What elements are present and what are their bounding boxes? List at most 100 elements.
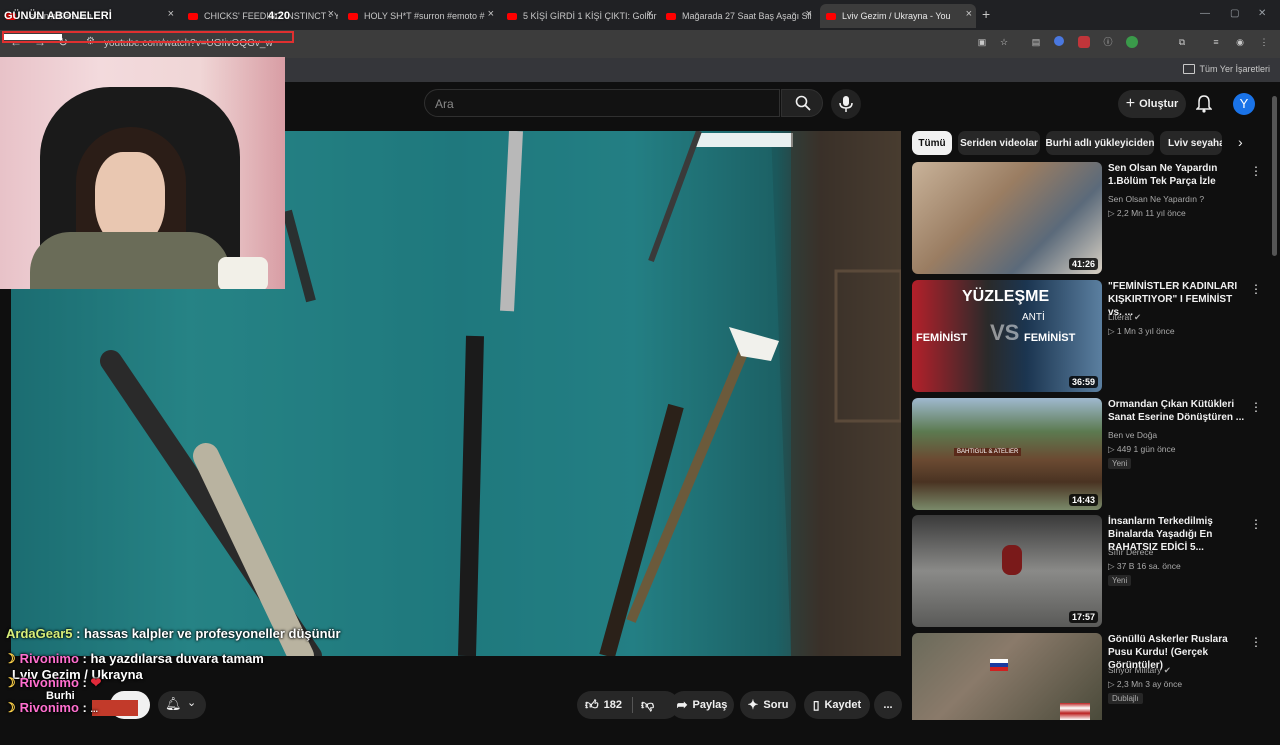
russia-flag-icon xyxy=(990,659,1008,671)
browser-tab-active[interactable]: Lviv Gezim / Ukrayna - You × xyxy=(820,4,976,28)
duration-badge: 36:59 xyxy=(1068,376,1098,388)
share-button[interactable]: ➦ Paylaş xyxy=(670,691,734,719)
related-video[interactable]: Gönüllü Askerler Ruslara Pusu Kurdu! (Ge… xyxy=(912,633,1277,745)
close-tab-icon[interactable]: × xyxy=(488,8,494,20)
chip-lviv[interactable]: Lviv seyahati xyxy=(1160,131,1222,155)
video-thumbnail[interactable] xyxy=(912,633,1102,720)
related-channel[interactable]: Sıfır Derece xyxy=(1108,547,1153,557)
streamer-torso xyxy=(30,232,230,289)
video-thumbnail[interactable]: 17:57 xyxy=(912,515,1102,627)
verified-icon: ✔ xyxy=(1163,665,1171,675)
thumb-caption: YÜZLEŞME xyxy=(962,288,1050,305)
thumb-caption: FEMİNİST xyxy=(1024,332,1076,344)
extension-icon[interactable] xyxy=(1054,36,1064,46)
profile-icon[interactable]: ◉ xyxy=(1234,36,1246,48)
play-icon: ▷ xyxy=(1108,561,1117,571)
media-icon[interactable]: ≡ xyxy=(1210,36,1222,48)
video-thumbnail[interactable]: YÜZLEŞME ANTİ FEMİNİST VS FEMİNİST 36:59 xyxy=(912,280,1102,392)
browser-tab[interactable]: HOLY SH*T #surron #emoto # × xyxy=(348,4,498,28)
more-icon[interactable]: ⋮ xyxy=(1250,282,1262,296)
more-icon: ... xyxy=(883,699,893,711)
browser-tab-strip: ...ete'nin Karavan ' × CHICKS' FEEDING I… xyxy=(0,0,1280,30)
chat-message: ArdaGear5 : hassas kalpler ve profesyone… xyxy=(6,626,341,641)
chat-separator: : xyxy=(78,700,91,715)
related-title[interactable]: Ormandan Çıkan Kütükleri Sanat Eserine D… xyxy=(1108,398,1248,424)
more-icon[interactable]: ⋮ xyxy=(1250,517,1262,531)
related-meta-text: 449 1 gün önce xyxy=(1116,444,1176,454)
browser-tab[interactable]: Mağarada 27 Saat Baş Aşağı Sil × xyxy=(666,4,816,28)
bookmark-star-icon[interactable]: ☆ xyxy=(998,36,1010,48)
related-meta: ▷ 449 1 gün önce xyxy=(1108,444,1176,455)
cup xyxy=(218,257,268,289)
create-button[interactable]: + Oluştur xyxy=(1118,90,1186,118)
search-button[interactable] xyxy=(781,89,823,117)
chevron-right-icon[interactable]: › xyxy=(1238,134,1243,150)
bell-icon[interactable] xyxy=(1196,95,1212,113)
minimize-icon[interactable]: — xyxy=(1200,8,1210,19)
webcam-overlay xyxy=(0,57,285,289)
extension-icon[interactable]: ⓘ xyxy=(1102,36,1114,48)
close-tab-icon[interactable]: × xyxy=(328,8,334,20)
more-icon[interactable]: ⋮ xyxy=(1250,164,1262,178)
related-channel[interactable]: Ben ve Doğa xyxy=(1108,430,1157,440)
like-count[interactable]: 182 xyxy=(604,699,622,711)
more-icon[interactable]: ⋮ xyxy=(1250,400,1262,414)
chevron-down-icon: ⌄ xyxy=(187,697,197,709)
related-video[interactable]: 41:26 Sen Olsan Ne Yapardın 1.Bölüm Tek … xyxy=(912,162,1277,274)
video-thumbnail[interactable]: BAHTIGUL & ATELIER 14:43 xyxy=(912,398,1102,510)
search-input[interactable]: Ara xyxy=(424,89,780,117)
browser-tab[interactable]: CHICKS' FEEDING INSTINCT - Y × xyxy=(188,4,338,28)
chat-separator: : xyxy=(72,626,85,641)
close-tab-icon[interactable]: × xyxy=(806,8,812,20)
related-channel[interactable]: Literat ✔ xyxy=(1108,312,1141,323)
new-tab-button[interactable]: + xyxy=(982,6,990,22)
thumbs-down-icon[interactable]: 👎︎ xyxy=(641,697,654,713)
more-actions-button[interactable]: ... xyxy=(874,691,902,719)
maximize-icon[interactable]: ▢ xyxy=(1230,8,1239,19)
voice-search-button[interactable] xyxy=(831,89,861,119)
related-video[interactable]: 17:57 İnsanların Terkedilmiş Binalarda Y… xyxy=(912,515,1277,627)
more-icon[interactable]: ⋮ xyxy=(1250,635,1262,649)
chat-text: ❤ xyxy=(90,675,102,690)
related-channel[interactable]: Sinyor Military ✔ xyxy=(1108,665,1171,676)
chat-message: ☽ Rivonimo : ❤ xyxy=(4,675,101,691)
scrollbar[interactable] xyxy=(1272,96,1277,256)
related-video[interactable]: BAHTIGUL & ATELIER 14:43 Ormandan Çıkan … xyxy=(912,398,1277,510)
ask-label: Soru xyxy=(763,699,789,711)
related-meta-text: 37 B 16 sa. önce xyxy=(1116,561,1181,571)
ask-button[interactable]: ✦ Soru xyxy=(740,691,796,719)
extension-icon[interactable]: ▤ xyxy=(1030,36,1042,48)
close-tab-icon[interactable]: × xyxy=(966,8,972,20)
close-window-icon[interactable]: ✕ xyxy=(1258,8,1266,19)
chip-all[interactable]: Tümü xyxy=(912,131,952,155)
chip-uploader[interactable]: Burhi adlı yükleyiciden xyxy=(1046,131,1154,155)
related-channel[interactable]: Sen Olsan Ne Yapardın ? xyxy=(1108,194,1204,204)
thumbs-up-icon[interactable]: 👍︎ xyxy=(585,697,599,713)
related-title[interactable]: Sen Olsan Ne Yapardın 1.Bölüm Tek Parça … xyxy=(1108,162,1248,188)
close-tab-icon[interactable]: × xyxy=(168,8,174,20)
chat-username: ArdaGear5 xyxy=(6,626,73,641)
video-thumbnail[interactable]: 41:26 xyxy=(912,162,1102,274)
related-video[interactable]: YÜZLEŞME ANTİ FEMİNİST VS FEMİNİST 36:59… xyxy=(912,280,1277,392)
extension-icon[interactable] xyxy=(1126,36,1138,48)
redaction-box xyxy=(4,34,62,40)
chip-series[interactable]: Seriden videolar xyxy=(958,131,1040,155)
close-tab-icon[interactable]: × xyxy=(647,8,653,20)
play-icon: ▷ xyxy=(1108,444,1117,454)
cast-icon[interactable]: ▣ xyxy=(976,36,988,48)
browser-tab[interactable]: 5 KİŞİ GİRDİ 1 KİŞİ ÇIKTI: Gollur × xyxy=(507,4,657,28)
extension-icon[interactable] xyxy=(1078,36,1090,48)
notification-bell-button[interactable]: 🔔︎ ⌄ xyxy=(158,691,206,719)
play-icon: ▷ xyxy=(1108,208,1117,218)
chat-separator: : xyxy=(78,675,91,690)
avatar[interactable]: Y xyxy=(1233,93,1255,115)
youtube-favicon-icon xyxy=(188,12,198,20)
extensions-puzzle-icon[interactable]: ⧉ xyxy=(1176,36,1188,48)
tab-title: Mağarada 27 Saat Baş Aşağı Sil xyxy=(682,11,812,21)
save-button[interactable]: ▯ Kaydet xyxy=(804,691,870,719)
thumb-caption: FEMİNİST xyxy=(916,332,968,344)
tab-title: HOLY SH*T #surron #emoto # xyxy=(364,11,485,21)
chat-text: hassas kalpler ve profesyoneller düşünür xyxy=(84,626,341,641)
all-bookmarks-folder[interactable]: Tüm Yer İşaretleri xyxy=(1183,64,1270,74)
menu-icon[interactable]: ⋮ xyxy=(1258,36,1270,48)
